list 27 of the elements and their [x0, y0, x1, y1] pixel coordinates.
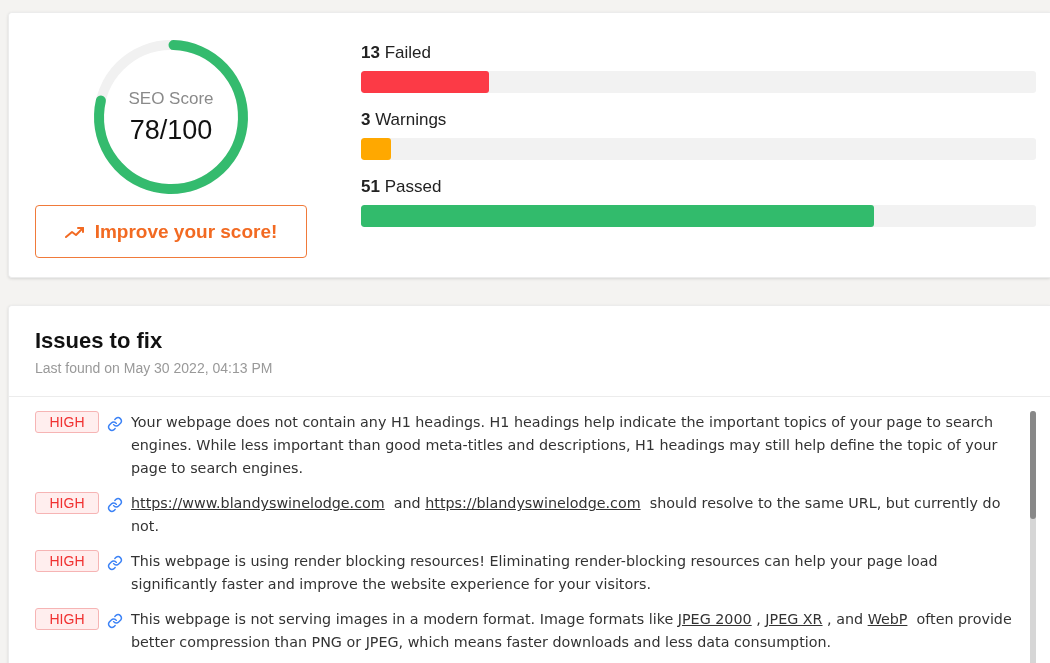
issue-text: Your webpage does not contain any H1 headings. H1 headings help indicate the important topics of your page to search engines. While less important than good meta-titles and descriptions, H1 headings may still help define the topic of your page to search engines. — [131, 413, 999, 478]
scrollbar-thumb[interactable] — [1030, 411, 1036, 519]
issue-text: https://www.blandyswinelodge.com and https://blandyswinelodge.com should resolve to the same URL, but currently do not. — [131, 494, 1002, 536]
link-icon[interactable] — [107, 555, 123, 571]
severity-badge: HIGH — [35, 492, 99, 514]
url-link[interactable]: WebP — [867, 611, 908, 627]
url-link[interactable]: https://blandyswinelodge.com — [425, 495, 641, 511]
severity-badge: HIGH — [35, 550, 99, 572]
url-link[interactable]: JPEG 2000 — [677, 611, 752, 627]
issue-text: This webpage is using render blocking resources! Eliminating render-blocking resources can help your page load significantly faster and improve the website experience for your visitors. — [131, 552, 939, 594]
severity-badge: HIGH — [35, 608, 99, 630]
last-found-text: Last found on May 30 2022, 04:13 PM — [35, 360, 274, 376]
link-icon[interactable] — [107, 416, 123, 432]
link-icon[interactable] — [107, 613, 123, 629]
severity-badge: HIGH — [35, 411, 99, 433]
score-value: 78/100 — [129, 114, 213, 146]
url-link[interactable]: https://www.blandyswinelodge.com — [131, 495, 385, 511]
score-label: SEO Score — [128, 88, 214, 109]
link-icon[interactable] — [107, 497, 123, 513]
stat-label: 3 Warnings — [361, 110, 448, 130]
issues-title: Issues to fix — [35, 328, 164, 354]
url-link[interactable]: JPEG XR — [765, 611, 823, 627]
stat-label: 51 Passed — [361, 177, 443, 197]
issue-text: This webpage is not serving images in a modern format. Image formats like JPEG 2000 , JPEG XR , and WebP often provide better compression than PNG or JPEG, which means faster downloads and less data consumption. — [131, 610, 1013, 652]
stat-label: 13 Failed — [361, 43, 432, 63]
scrollbar[interactable] — [1030, 411, 1036, 663]
trending-up-icon — [64, 224, 85, 239]
